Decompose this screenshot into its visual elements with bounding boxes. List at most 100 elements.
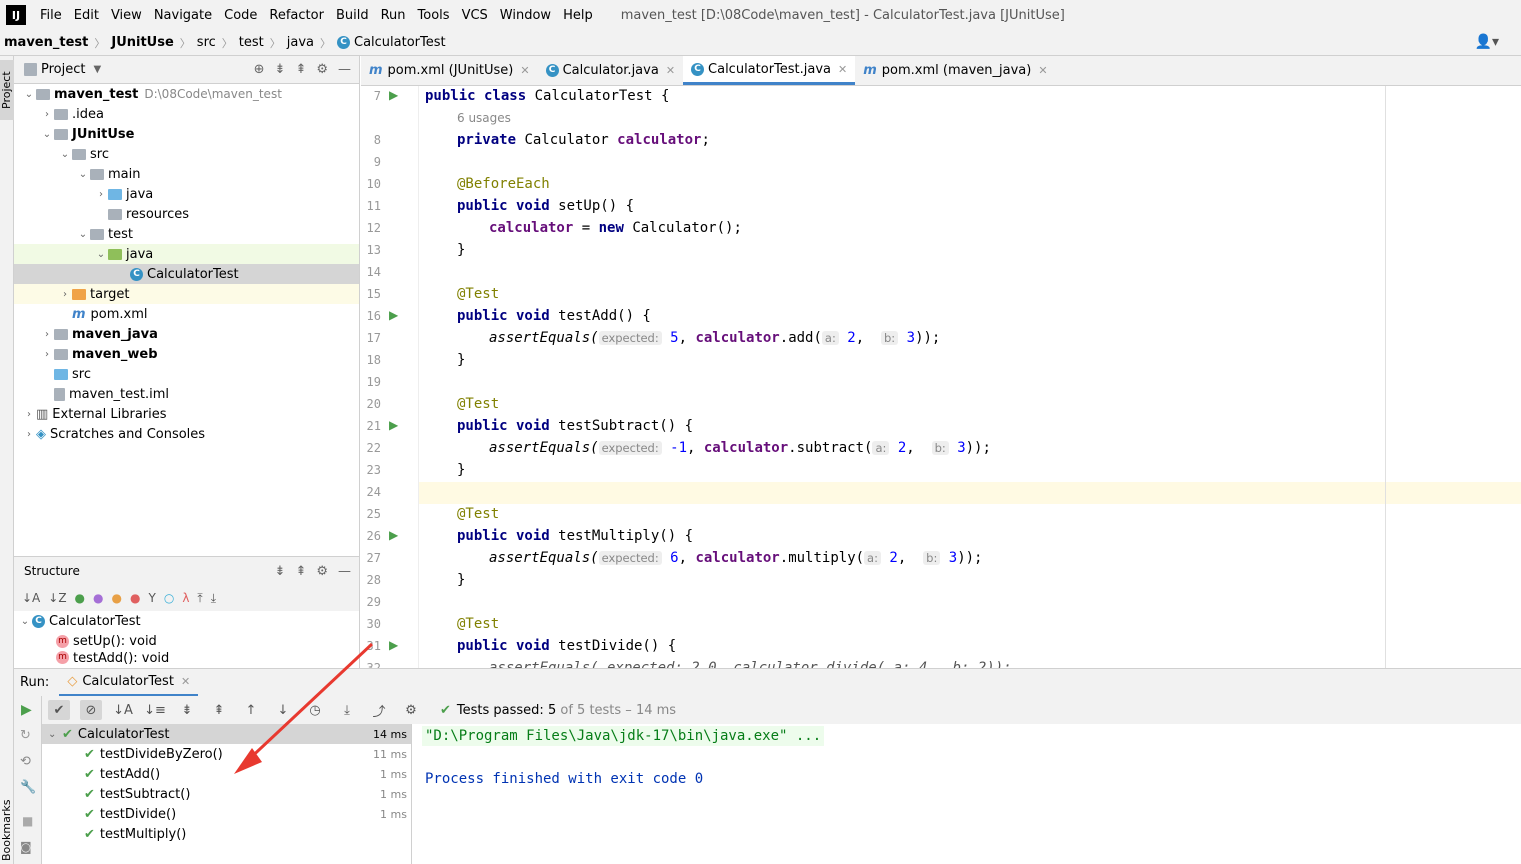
breadcrumb-item[interactable]: java (287, 35, 314, 50)
rerun-icon[interactable]: ▶ (21, 702, 32, 718)
menu-code[interactable]: Code (218, 8, 263, 23)
bookmarks-tool-tab[interactable]: Bookmarks (0, 796, 14, 864)
rerun-failed-icon[interactable]: ↻ (20, 728, 31, 743)
show-fields-icon[interactable]: ● (112, 591, 122, 605)
breadcrumb-item[interactable]: CalculatorTest (354, 35, 446, 50)
usages-hint[interactable]: 6 usages (457, 111, 511, 125)
test-row[interactable]: ✔ testAdd() 1 ms (42, 764, 411, 784)
tab-calculator-java[interactable]: C Calculator.java ✕ (538, 56, 683, 85)
previous-test-icon[interactable]: ↑ (240, 700, 262, 720)
close-icon[interactable]: ✕ (181, 675, 190, 688)
tree-item-root-src[interactable]: src (14, 364, 359, 384)
show-lambdas-icon[interactable]: λ (182, 591, 189, 605)
sort-visibility-icon[interactable]: ↓Z (48, 591, 66, 605)
breadcrumb-item[interactable]: maven_test (4, 35, 88, 50)
tree-item-maven-web[interactable]: › maven_web (14, 344, 359, 364)
tree-item-idea[interactable]: › .idea (14, 104, 359, 124)
menu-edit[interactable]: Edit (68, 8, 105, 23)
close-icon[interactable]: ✕ (666, 64, 675, 77)
wrench-icon[interactable]: 🔧 (20, 780, 36, 795)
code-editor[interactable]: 7 8 9 10 11 12 13 14 15 16 17 18 19 20 2… (361, 86, 1521, 668)
export-icon[interactable]: ⤴ (368, 700, 390, 720)
run-tab-calculatortest[interactable]: ◇ CalculatorTest ✕ (59, 669, 199, 697)
gear-icon[interactable]: ⚙ (316, 62, 328, 77)
project-panel-title[interactable]: Project (41, 62, 85, 77)
test-suite-row[interactable]: ⌄ ✔ CalculatorTest 14 ms (42, 724, 411, 744)
locate-icon[interactable]: ⊕ (254, 62, 265, 77)
expand-all-icon[interactable]: ⇟ (176, 700, 198, 720)
chevron-down-icon[interactable]: ▼ (93, 64, 101, 75)
tree-item-resources[interactable]: resources (14, 204, 359, 224)
tab-pom-junituse[interactable]: m pom.xml (JUnitUse) ✕ (361, 56, 538, 85)
show-passed-icon[interactable]: ✔ (48, 700, 70, 720)
expand-all-icon[interactable]: ⇟ (275, 62, 286, 77)
run-test-gutter-icon[interactable]: ▶ (389, 88, 398, 102)
menu-tools[interactable]: Tools (412, 8, 456, 23)
tree-item-src[interactable]: ⌄ src (14, 144, 359, 164)
run-test-gutter-icon[interactable]: ▶ (389, 638, 398, 652)
tab-calculatortest-java[interactable]: C CalculatorTest.java ✕ (683, 56, 856, 85)
tree-item-main[interactable]: ⌄ main (14, 164, 359, 184)
tree-item-external-libraries[interactable]: › ▥ External Libraries (14, 404, 359, 424)
user-account-icon[interactable]: 👤▾ (1475, 34, 1499, 50)
menu-navigate[interactable]: Navigate (148, 8, 218, 23)
menu-vcs[interactable]: VCS (456, 8, 494, 23)
console-output[interactable]: "D:\Program Files\Java\jdk-17\bin\java.e… (412, 724, 1521, 864)
tree-item-calculatortest[interactable]: C CalculatorTest (14, 264, 359, 284)
import-tests-icon[interactable]: ⤓ (336, 700, 358, 720)
test-row[interactable]: ✔ testDivide() 1 ms (42, 804, 411, 824)
menu-file[interactable]: File (34, 8, 68, 23)
hide-icon[interactable]: — (338, 62, 351, 77)
test-row[interactable]: ✔ testDivideByZero() 11 ms (42, 744, 411, 764)
menu-view[interactable]: View (105, 8, 148, 23)
menu-build[interactable]: Build (330, 8, 375, 23)
tree-item-maven-java[interactable]: › maven_java (14, 324, 359, 344)
close-icon[interactable]: ✕ (520, 64, 529, 77)
sort-alpha-icon[interactable]: ↓A (112, 700, 134, 720)
tree-item-pom[interactable]: m pom.xml (14, 304, 359, 324)
stop-icon[interactable]: ■ (22, 814, 33, 828)
breadcrumb-item[interactable]: src (197, 35, 216, 50)
sort-alpha-icon[interactable]: ↓A (22, 591, 40, 605)
structure-item[interactable]: ⌄ C CalculatorTest (14, 611, 359, 631)
next-test-icon[interactable]: ↓ (272, 700, 294, 720)
test-row[interactable]: ✔ testMultiply() (42, 824, 411, 844)
breadcrumb-item[interactable]: JUnitUse (111, 35, 173, 50)
breadcrumb-item[interactable]: test (239, 35, 264, 50)
tree-item-iml[interactable]: maven_test.iml (14, 384, 359, 404)
gear-icon[interactable]: ⚙ (400, 700, 422, 720)
menu-run[interactable]: Run (375, 8, 412, 23)
run-test-gutter-icon[interactable]: ▶ (389, 528, 398, 542)
filter-icon[interactable]: Y (148, 591, 155, 605)
camera-icon[interactable]: ◙ (20, 840, 32, 854)
hide-icon[interactable]: — (338, 564, 351, 579)
collapse-all-icon[interactable]: ⇞ (208, 700, 230, 720)
tree-item-maven-test[interactable]: ⌄ maven_test D:\08Code\maven_test (14, 84, 359, 104)
tree-item-test-java[interactable]: ⌄ java (14, 244, 359, 264)
menu-window[interactable]: Window (494, 8, 557, 23)
close-icon[interactable]: ✕ (838, 63, 847, 76)
sort-duration-icon[interactable]: ↓≡ (144, 700, 166, 720)
close-icon[interactable]: ✕ (1038, 64, 1047, 77)
project-tool-tab[interactable]: Project (0, 60, 14, 120)
toggle-autotest-icon[interactable]: ⟲ (20, 754, 31, 769)
menu-refactor[interactable]: Refactor (263, 8, 330, 23)
history-icon[interactable]: ◷ (304, 700, 326, 720)
expand-all-icon[interactable]: ⇟ (275, 564, 286, 579)
collapse-all-icon[interactable]: ⇞ (295, 62, 306, 77)
run-test-gutter-icon[interactable]: ▶ (389, 418, 398, 432)
test-row[interactable]: ✔ testSubtract() 1 ms (42, 784, 411, 804)
show-ignored-icon[interactable]: ⊘ (80, 700, 102, 720)
menu-help[interactable]: Help (557, 8, 599, 23)
collapse-all-icon[interactable]: ⇞ (295, 564, 306, 579)
run-test-gutter-icon[interactable]: ▶ (389, 308, 398, 322)
tree-item-test[interactable]: ⌄ test (14, 224, 359, 244)
autoscroll-to-source-icon[interactable]: ⤒ (197, 591, 202, 606)
autoscroll-from-source-icon[interactable]: ⤓ (211, 591, 216, 606)
show-nonpublic-icon[interactable]: ● (130, 591, 140, 605)
structure-item[interactable]: m setUp(): void (14, 631, 359, 651)
tree-item-main-java[interactable]: › java (14, 184, 359, 204)
tree-item-target[interactable]: › target (14, 284, 359, 304)
tab-pom-maven-java[interactable]: m pom.xml (maven_java) ✕ (855, 56, 1055, 85)
show-properties-icon[interactable]: ● (93, 591, 103, 605)
